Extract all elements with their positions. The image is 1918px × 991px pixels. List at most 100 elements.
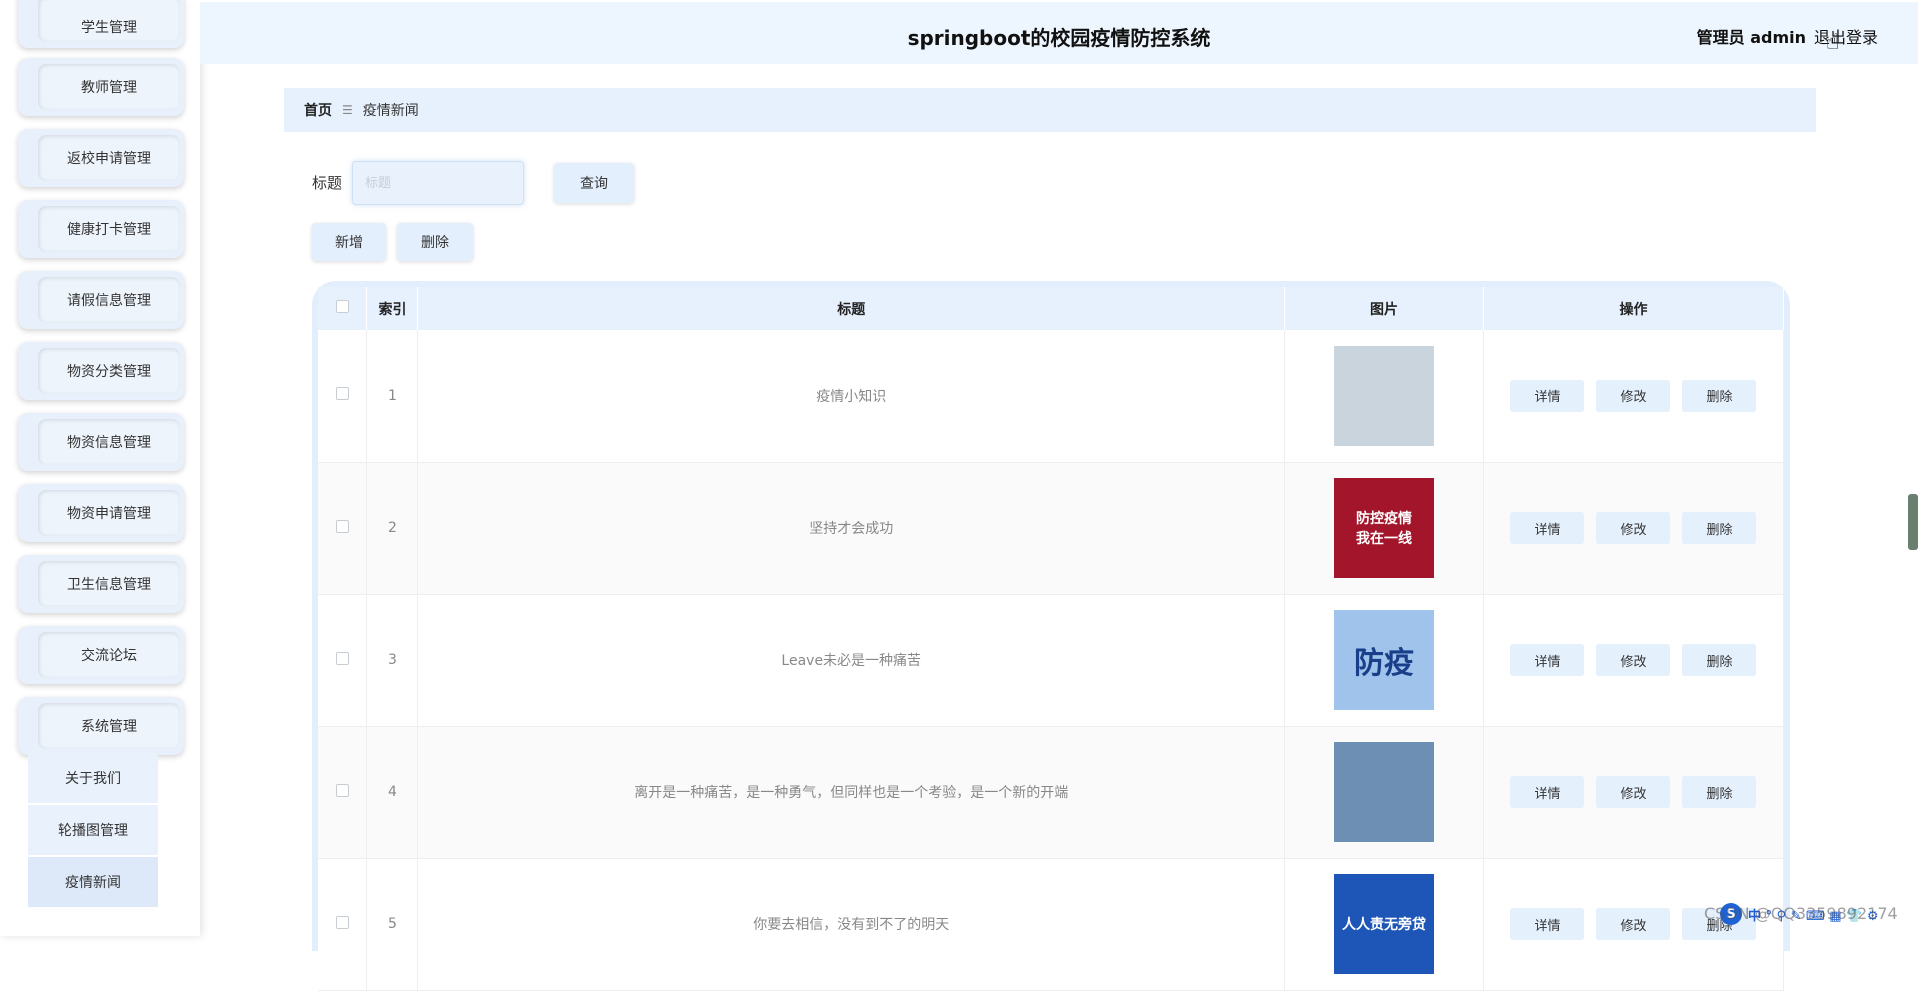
sidebar-subitem-carousel[interactable]: 轮播图管理 — [28, 805, 158, 855]
breadcrumb-separator-icon: ☰ — [342, 103, 353, 117]
detail-button[interactable]: 详情 — [1510, 908, 1585, 940]
sidebar-subitem-label: 轮播图管理 — [58, 823, 128, 839]
edit-button[interactable]: 修改 — [1596, 776, 1671, 808]
sidebar-item-label: 健康打卡管理 — [38, 206, 180, 252]
batch-delete-button[interactable]: 删除 — [397, 223, 473, 261]
sidebar-item-return-requests[interactable]: 返校申请管理 — [18, 129, 184, 187]
sidebar-subitem-news[interactable]: 疫情新闻 — [28, 857, 158, 907]
doctor-photo — [1334, 345, 1434, 446]
row-select-cell — [318, 726, 368, 859]
edit-button[interactable]: 修改 — [1596, 908, 1671, 940]
column-header-actions: 操作 — [1483, 287, 1785, 330]
row-index: 3 — [366, 594, 419, 727]
select-all-checkbox[interactable] — [335, 300, 349, 313]
column-header-title: 标题 — [417, 287, 1286, 330]
scrollbar-handle[interactable] — [1908, 494, 1918, 550]
sidebar-item-students[interactable]: 学生管理 — [18, 0, 184, 48]
sidebar-item-teachers[interactable]: 教师管理 — [18, 58, 184, 116]
row-actions-cell: 详情 修改 删除 — [1483, 462, 1785, 595]
row-title: 坚持才会成功 — [417, 462, 1286, 595]
sidebar-item-supply-info[interactable]: 物资信息管理 — [18, 413, 184, 471]
watermark: CSDN @QQ3359892174 — [1704, 904, 1898, 923]
row-image-cell — [1284, 726, 1484, 859]
row-checkbox[interactable] — [335, 783, 349, 797]
thumbnail-text: 人人责无旁贷 — [1342, 917, 1426, 933]
table-row: 5 你要去相信，没有到不了的明天 人人责无旁贷 详情 修改 删除 — [318, 858, 1785, 991]
sidebar-item-label: 教师管理 — [38, 64, 180, 110]
delete-button[interactable]: 删除 — [1682, 776, 1757, 808]
row-image-cell — [1284, 330, 1484, 463]
detail-button[interactable]: 详情 — [1510, 776, 1585, 808]
row-actions-cell: 详情 修改 删除 — [1483, 726, 1785, 859]
column-header-index: 索引 — [366, 287, 419, 330]
delete-button[interactable]: 删除 — [1682, 379, 1757, 412]
news-table-container: 索引 标题 图片 操作 1 疫情小知识 详情 修改 删除 2 坚持才会成功 防控疫情 我在一线… — [312, 281, 1790, 991]
thumbnail-text: 防疫 — [1354, 646, 1414, 681]
row-index: 2 — [366, 462, 419, 595]
user-label: 管理员 admin — [1696, 28, 1806, 47]
row-index: 1 — [366, 330, 419, 463]
sidebar-item-label: 物资申请管理 — [38, 490, 180, 536]
sidebar-item-leave-info[interactable]: 请假信息管理 — [18, 271, 184, 329]
row-select-cell — [318, 858, 368, 991]
sidebar-item-supply-categories[interactable]: 物资分类管理 — [18, 342, 184, 400]
sidebar-item-label: 物资分类管理 — [38, 348, 180, 394]
app-title: springboot的校园疫情防控系统 — [907, 26, 1211, 50]
query-button[interactable]: 查询 — [554, 163, 634, 203]
select-all-cell — [318, 287, 368, 330]
prevention-poster: 防控疫情 我在一线 — [1334, 478, 1434, 578]
edit-button[interactable]: 修改 — [1596, 644, 1671, 676]
row-checkbox[interactable] — [335, 651, 349, 665]
sidebar-item-label: 系统管理 — [38, 703, 180, 749]
detail-button[interactable]: 详情 — [1510, 512, 1585, 544]
row-checkbox[interactable] — [335, 915, 349, 929]
table-header-row: 索引 标题 图片 操作 — [318, 287, 1785, 330]
sidebar: 学生管理 教师管理 返校申请管理 健康打卡管理 请假信息管理 物资分类管理 物资… — [0, 0, 200, 936]
row-title: Leave未必是一种痛苦 — [417, 594, 1286, 727]
search-title-input[interactable] — [352, 161, 524, 205]
column-header-image: 图片 — [1284, 287, 1484, 330]
breadcrumb: 首页 ☰ 疫情新闻 — [284, 88, 1816, 132]
anti-epidemic-poster: 人人责无旁贷 — [1334, 874, 1434, 974]
sidebar-item-health-checkin[interactable]: 健康打卡管理 — [18, 200, 184, 258]
row-select-cell — [318, 330, 368, 463]
sidebar-item-label: 卫生信息管理 — [38, 561, 180, 607]
delete-button[interactable]: 删除 — [1682, 512, 1757, 544]
edit-button[interactable]: 修改 — [1596, 512, 1671, 544]
row-select-cell — [318, 594, 368, 727]
table-row: 2 坚持才会成功 防控疫情 我在一线 详情 修改 删除 — [318, 462, 1785, 595]
detail-button[interactable]: 详情 — [1510, 644, 1585, 676]
sidebar-subitem-label: 疫情新闻 — [65, 875, 121, 891]
sidebar-item-label: 请假信息管理 — [38, 277, 180, 323]
table-row: 4 离开是一种痛苦，是一种勇气，但同样也是一个考验，是一个新的开端 详情 修改 删除 — [318, 726, 1785, 859]
top-bar: springboot的校园疫情防控系统 管理员 admin 退出登录 — [200, 0, 1918, 64]
row-actions-cell: 详情 修改 删除 — [1483, 330, 1785, 463]
sidebar-item-label: 物资信息管理 — [38, 419, 180, 465]
add-button[interactable]: 新增 — [312, 223, 386, 261]
fangyi-poster: 防疫 — [1334, 610, 1434, 710]
breadcrumb-home[interactable]: 首页 — [304, 100, 332, 120]
edit-button[interactable]: 修改 — [1596, 379, 1671, 412]
sidebar-item-forum[interactable]: 交流论坛 — [18, 626, 184, 684]
search-title-label: 标题 — [312, 174, 343, 192]
row-checkbox[interactable] — [335, 519, 349, 533]
news-table: 索引 标题 图片 操作 1 疫情小知识 详情 修改 删除 2 坚持才会成功 防控疫情 我在一线… — [318, 287, 1785, 991]
row-title: 疫情小知识 — [417, 330, 1286, 463]
row-title: 你要去相信，没有到不了的明天 — [417, 858, 1286, 991]
sidebar-subitem-about[interactable]: 关于我们 — [28, 753, 158, 803]
row-index: 4 — [366, 726, 419, 859]
pointer-cursor-icon: ☝ — [1826, 30, 1840, 55]
sidebar-item-hygiene-info[interactable]: 卫生信息管理 — [18, 555, 184, 613]
sidebar-item-supply-requests[interactable]: 物资申请管理 — [18, 484, 184, 542]
medical-worker-photo — [1334, 742, 1434, 842]
sidebar-subitem-label: 关于我们 — [65, 771, 121, 787]
logout-link[interactable]: 退出登录 — [1814, 24, 1878, 48]
table-row: 1 疫情小知识 详情 修改 删除 — [318, 330, 1785, 463]
row-index: 5 — [366, 858, 419, 991]
delete-button[interactable]: 删除 — [1682, 644, 1757, 676]
detail-button[interactable]: 详情 — [1510, 379, 1585, 412]
row-checkbox[interactable] — [335, 387, 349, 401]
row-actions-cell: 详情 修改 删除 — [1483, 594, 1785, 727]
sidebar-item-label: 交流论坛 — [38, 632, 180, 678]
sidebar-item-system[interactable]: 系统管理 — [18, 697, 184, 755]
